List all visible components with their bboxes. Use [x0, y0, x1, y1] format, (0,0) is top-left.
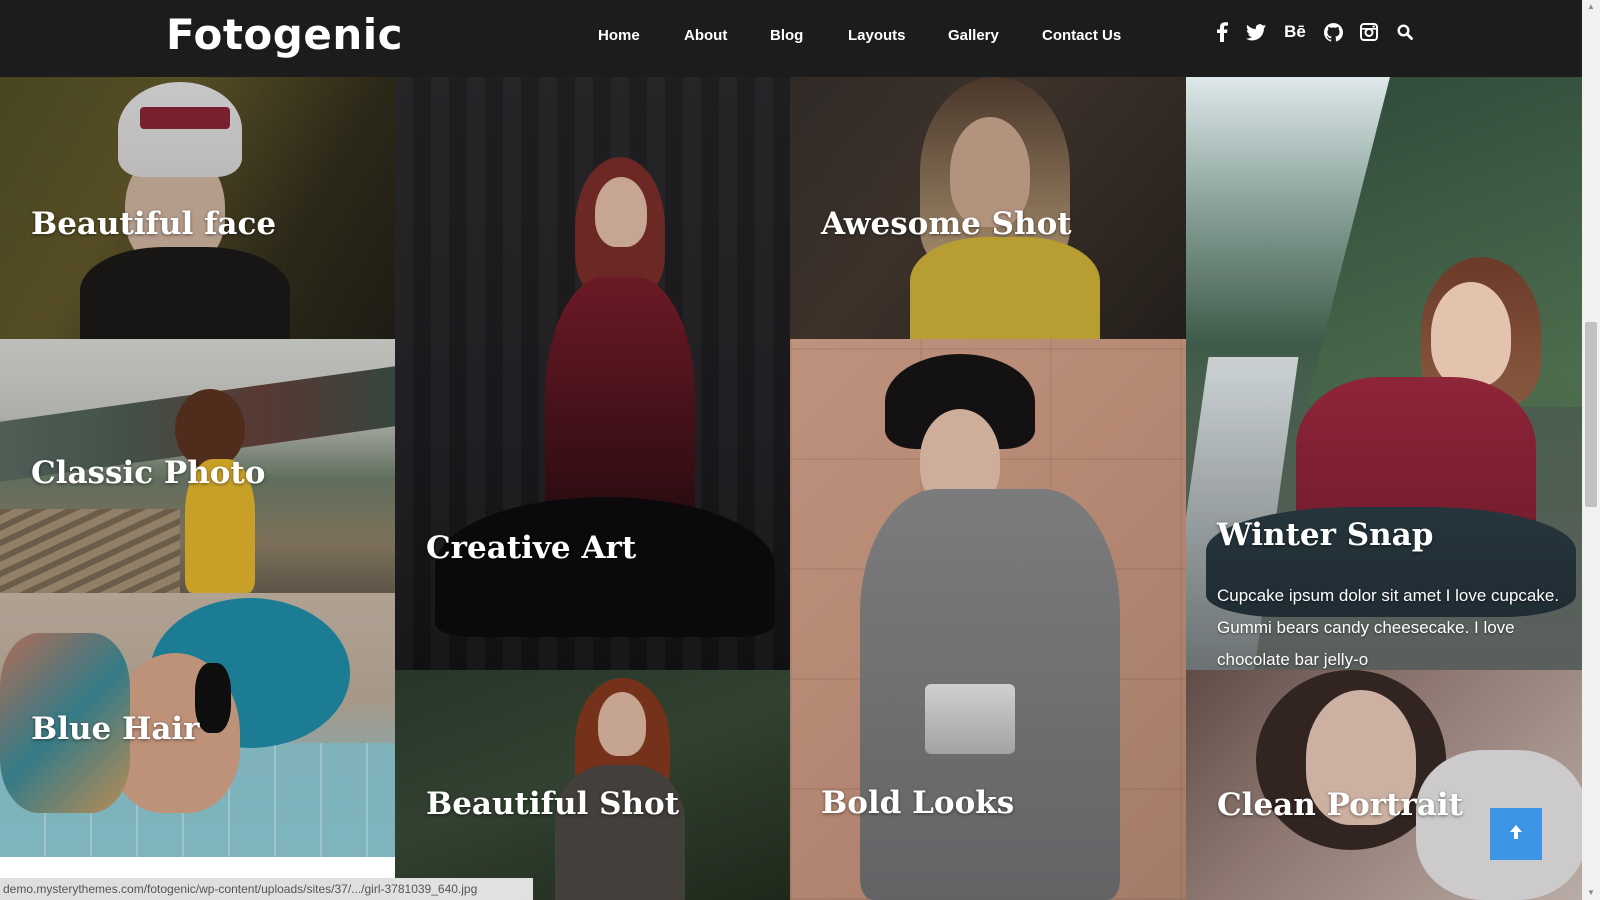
gallery-tile-classic-photo[interactable]: Classic Photo: [0, 339, 395, 593]
gallery-tile-beautiful-face[interactable]: Beautiful face: [0, 77, 395, 339]
gallery-tile-bold-looks[interactable]: Bold Looks: [790, 339, 1186, 900]
github-icon[interactable]: [1323, 21, 1343, 43]
tile-overlay: [395, 670, 790, 900]
gallery-tile-clean-portrait[interactable]: Clean Portrait: [1186, 670, 1582, 900]
gallery-tile-winter-snap[interactable]: Winter Snap Cupcake ipsum dolor sit amet…: [1186, 77, 1582, 670]
tile-title: Clean Portrait: [1217, 787, 1463, 823]
nav-blog[interactable]: Blog: [770, 27, 803, 44]
twitter-icon[interactable]: [1246, 21, 1266, 43]
nav-layouts[interactable]: Layouts: [848, 27, 906, 44]
behance-icon[interactable]: Bē: [1282, 21, 1308, 43]
page-scrollbar[interactable]: ▲ ▼: [1582, 0, 1600, 900]
tile-excerpt: Cupcake ipsum dolor sit amet I love cupc…: [1217, 586, 1560, 669]
site-header: Fotogenic Home About Blog Layouts Galler…: [0, 0, 1582, 77]
page-background: [0, 857, 395, 878]
gallery-tile-blue-hair[interactable]: Blue Hair: [0, 593, 395, 857]
scroll-up-icon[interactable]: ▲: [1582, 0, 1600, 14]
scroll-down-icon[interactable]: ▼: [1582, 886, 1600, 900]
gallery-tile-beautiful-shot[interactable]: Beautiful Shot: [395, 670, 790, 900]
tile-overlay: [1186, 670, 1582, 900]
scrollbar-thumb[interactable]: [1585, 322, 1597, 507]
search-icon[interactable]: [1395, 21, 1415, 43]
nav-home[interactable]: Home: [598, 27, 640, 44]
gallery-tile-creative-art[interactable]: Creative Art: [395, 77, 790, 670]
nav-about[interactable]: About: [684, 27, 727, 44]
tile-title: Classic Photo: [31, 455, 266, 491]
tile-title: Winter Snap: [1217, 517, 1434, 553]
tile-overlay: [395, 77, 790, 670]
tile-title: Awesome Shot: [821, 206, 1072, 242]
tile-title: Bold Looks: [821, 785, 1015, 821]
gallery-tile-awesome-shot[interactable]: Awesome Shot: [790, 77, 1186, 339]
instagram-icon[interactable]: [1359, 21, 1379, 43]
tile-title: Beautiful Shot: [426, 786, 680, 822]
nav-contact-us[interactable]: Contact Us: [1042, 27, 1121, 44]
tile-title: Blue Hair: [31, 711, 200, 747]
facebook-icon[interactable]: [1212, 21, 1232, 43]
nav-gallery[interactable]: Gallery: [948, 27, 999, 44]
tile-title: Beautiful face: [31, 206, 277, 242]
arrow-up-icon: [1508, 824, 1524, 845]
tile-title: Creative Art: [426, 530, 637, 566]
site-logo[interactable]: Fotogenic: [166, 10, 403, 59]
back-to-top-button[interactable]: [1490, 808, 1542, 860]
browser-status-bar: demo.mysterythemes.com/fotogenic/wp-cont…: [0, 878, 533, 900]
